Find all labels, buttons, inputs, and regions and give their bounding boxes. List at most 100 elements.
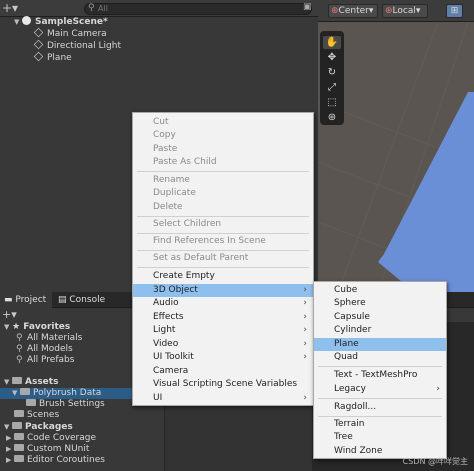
tab-console[interactable]: ▤ Console (54, 292, 114, 308)
packages-header[interactable]: ▼ Packages (4, 422, 73, 433)
folder-icon (12, 377, 22, 384)
package-item[interactable]: ▶ Code Coverage (6, 433, 96, 444)
menu-item-cylinder[interactable]: Cylinder (314, 324, 446, 337)
expand-arrow-icon[interactable]: ▶ (6, 444, 14, 455)
submenu-arrow-icon: › (303, 325, 307, 335)
hierarchy-item-directional-light[interactable]: Directional Light (33, 39, 121, 52)
expand-arrow-icon[interactable]: ▶ (6, 455, 14, 466)
expand-arrow-icon[interactable]: ▶ (6, 433, 14, 444)
favorites-item-label: All Materials (27, 333, 83, 343)
folder-icon (12, 422, 22, 429)
pivot-dropdown[interactable]: ⊕Center▾ (328, 4, 378, 18)
menu-item-capsule[interactable]: Capsule (314, 311, 446, 324)
menu-item-3d-object[interactable]: 3D Object › (133, 284, 313, 297)
move-tool-icon[interactable]: ✥ (323, 51, 341, 64)
console-icon: ▤ (58, 295, 67, 305)
menu-item-camera[interactable]: Camera (133, 365, 313, 378)
menu-item-paste-as-child[interactable]: Paste As Child (133, 156, 313, 169)
menu-item-quad[interactable]: Quad (314, 351, 446, 364)
rect-tool-icon[interactable]: ⬚ (323, 96, 341, 109)
menu-item-audio[interactable]: Audio › (133, 297, 313, 310)
transform-tool-icon[interactable]: ⊛ (323, 111, 341, 124)
menu-item-tree[interactable]: Tree (314, 431, 446, 444)
collapse-arrow-icon[interactable]: ▼ (4, 422, 12, 433)
menu-item-label: Find References In Scene (153, 236, 266, 246)
collapse-arrow-icon[interactable]: ▼ (14, 16, 22, 28)
menu-item-find-references[interactable]: Find References In Scene (133, 235, 313, 248)
package-item[interactable]: ▶ Custom NUnit (6, 444, 89, 455)
menu-item-copy[interactable]: Copy (133, 129, 313, 142)
submenu-arrow-icon: › (303, 285, 307, 295)
hand-tool-icon[interactable]: ✋ (323, 36, 341, 49)
menu-item-plane[interactable]: Plane (314, 338, 446, 351)
menu-item-terrain[interactable]: Terrain (314, 418, 446, 431)
folder-item-scenes[interactable]: Scenes (14, 410, 59, 421)
folder-icon (14, 410, 24, 417)
assets-header[interactable]: ▼ Assets (4, 377, 58, 388)
scene-name: SampleScene* (35, 17, 108, 27)
menu-separator (137, 267, 309, 268)
lock-icon[interactable]: ▣ (303, 2, 312, 12)
favorites-item-label: All Prefabs (27, 355, 75, 365)
scene-toolbar: ⊕Center▾ ⊕Local▾ ⊞ (318, 0, 474, 22)
menu-item-light[interactable]: Light › (133, 324, 313, 337)
favorites-item[interactable]: ⚲ All Materials (16, 333, 82, 344)
folder-item-brush-settings[interactable]: Brush Settings (26, 399, 105, 410)
menu-item-effects[interactable]: Effects › (133, 311, 313, 324)
tab-project[interactable]: ▬ Project (0, 292, 52, 308)
menu-item-ragdoll[interactable]: Ragdoll... (314, 401, 446, 414)
menu-item-label: UI (153, 393, 163, 403)
menu-item-label: 3D Object (153, 285, 198, 295)
collapse-arrow-icon[interactable]: ▼ (12, 388, 20, 399)
scene-row[interactable]: ▼ SampleScene* (14, 16, 108, 28)
menu-item-visual-scripting[interactable]: Visual Scripting Scene Variables (133, 378, 313, 391)
menu-item-label: Tree (334, 432, 353, 442)
menu-item-ui[interactable]: UI › (133, 392, 313, 405)
menu-item-label: Terrain (334, 419, 365, 429)
menu-item-paste[interactable]: Paste (133, 143, 313, 156)
menu-item-rename[interactable]: Rename (133, 174, 313, 187)
search-icon: ⚲ (16, 355, 23, 365)
gameobject-icon (33, 27, 44, 38)
gameobject-icon (33, 39, 44, 50)
favorites-item[interactable]: ⚲ All Models (16, 344, 73, 355)
menu-item-sphere[interactable]: Sphere (314, 297, 446, 310)
add-asset-button[interactable]: +▾ (2, 308, 17, 321)
collapse-arrow-icon[interactable]: ▼ (4, 377, 12, 388)
menu-item-video[interactable]: Video › (133, 338, 313, 351)
add-object-button[interactable]: +▾ (2, 1, 20, 16)
menu-item-cube[interactable]: Cube (314, 284, 446, 297)
hierarchy-item-main-camera[interactable]: Main Camera (33, 27, 107, 40)
folder-icon (14, 444, 24, 451)
folder-label: Scenes (27, 410, 60, 420)
menu-item-cut[interactable]: Cut (133, 116, 313, 129)
menu-item-text-textmeshpro[interactable]: Text - TextMeshPro (314, 369, 446, 382)
package-item[interactable]: ▶ Editor Coroutines (6, 455, 105, 466)
menu-item-delete[interactable]: Delete (133, 201, 313, 214)
folder-open-icon (20, 388, 30, 395)
favorites-item[interactable]: ⚲ All Prefabs (16, 355, 74, 366)
favorites-header[interactable]: ▼ ★ Favorites (4, 322, 70, 333)
menu-item-label: Ragdoll... (334, 402, 377, 412)
menu-item-ui-toolkit[interactable]: UI Toolkit › (133, 351, 313, 364)
folder-icon: ▬ (4, 295, 13, 305)
menu-item-create-empty[interactable]: Create Empty (133, 270, 313, 283)
menu-item-label: Video (153, 339, 179, 349)
grid-snap-button[interactable]: ⊞ (446, 4, 463, 18)
hierarchy-item-plane[interactable]: Plane (33, 51, 72, 64)
space-dropdown[interactable]: ⊕Local▾ (382, 4, 428, 18)
menu-item-label: Audio (153, 298, 179, 308)
rotate-tool-icon[interactable]: ↻ (323, 66, 341, 79)
menu-item-label: Camera (153, 366, 189, 376)
hierarchy-toolbar: +▾ ⚲ All ▣ (0, 0, 318, 17)
scale-tool-icon[interactable]: ⤢ (323, 81, 341, 94)
collapse-arrow-icon[interactable]: ▼ (4, 322, 12, 333)
menu-item-label: Capsule (334, 312, 370, 322)
menu-item-duplicate[interactable]: Duplicate (133, 187, 313, 200)
menu-item-label: Light (153, 325, 176, 335)
menu-item-set-default-parent[interactable]: Set as Default Parent (133, 252, 313, 265)
menu-item-legacy[interactable]: Legacy › (314, 383, 446, 396)
hierarchy-search-input[interactable]: ⚲ All (84, 3, 312, 15)
plane-object (378, 92, 474, 292)
menu-item-select-children[interactable]: Select Children (133, 218, 313, 231)
